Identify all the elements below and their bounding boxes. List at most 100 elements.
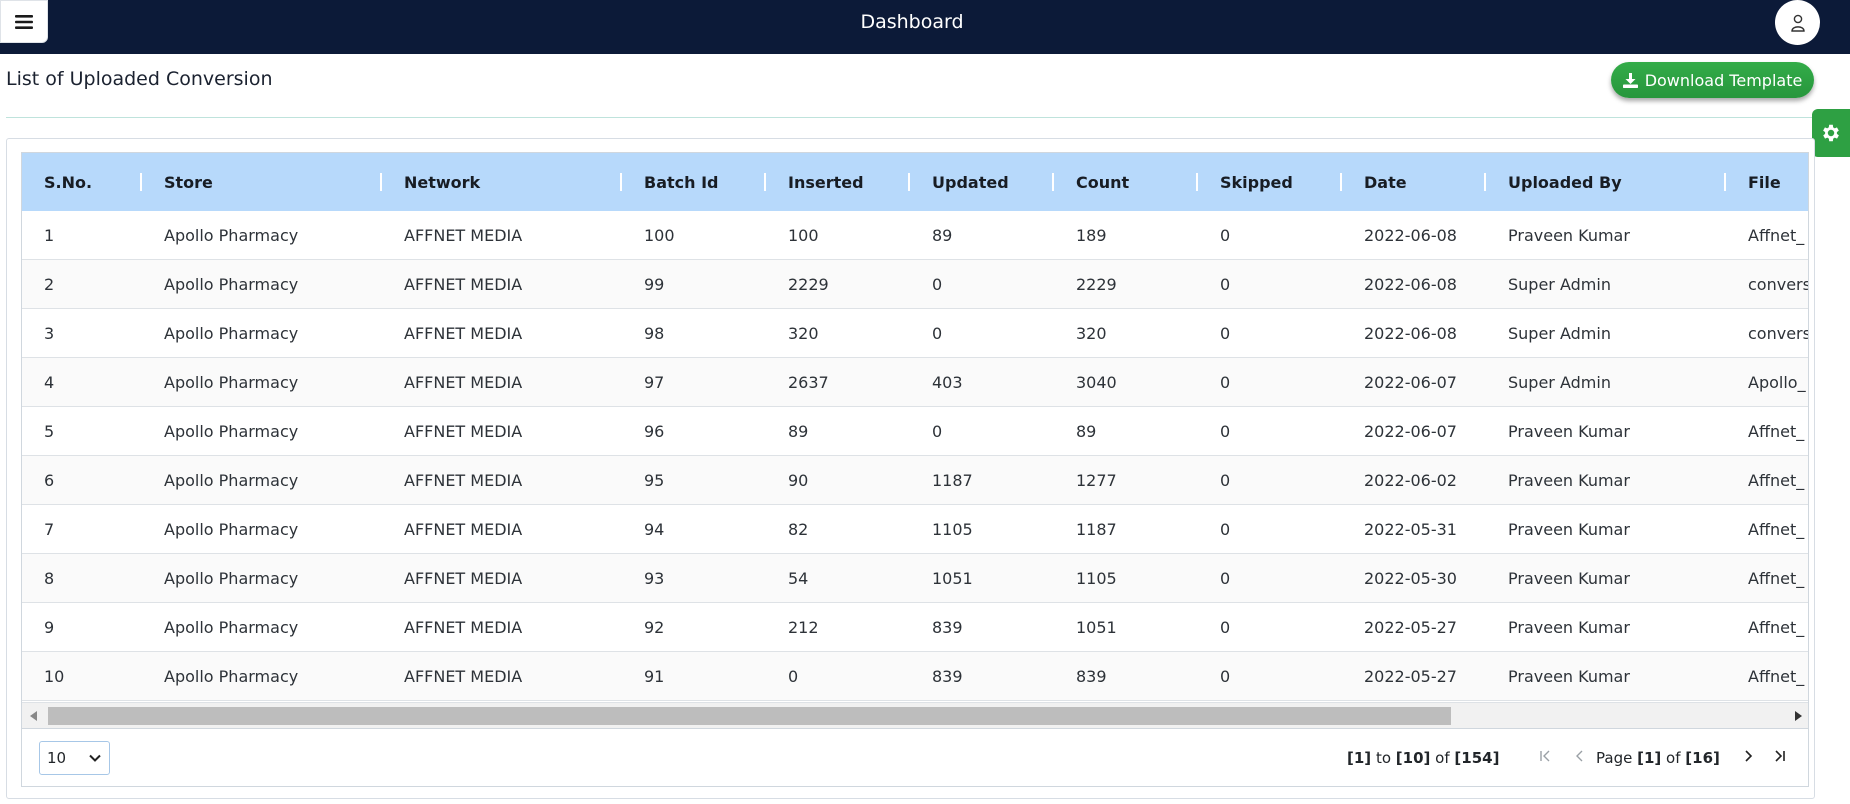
cell-store: Apollo Pharmacy xyxy=(164,470,299,490)
cell-count: 89 xyxy=(1076,421,1097,441)
scroll-left-arrow[interactable] xyxy=(24,703,44,729)
cell-updated: 0 xyxy=(932,323,943,343)
cell-count: 1277 xyxy=(1076,470,1117,490)
column-header-store[interactable]: Store xyxy=(164,153,394,211)
cell-network: AFFNET MEDIA xyxy=(404,274,523,294)
scrollbar-thumb[interactable] xyxy=(48,707,1451,725)
cell-inserted: 0 xyxy=(788,666,799,686)
cell-network: AFFNET MEDIA xyxy=(404,470,523,490)
summary-to: [10] xyxy=(1395,749,1431,767)
table-row[interactable]: 6 Apollo Pharmacy AFFNET MEDIA 95 90 1187 1277… xyxy=(22,456,1808,505)
cell-file: Affnet_ xyxy=(1748,617,1805,637)
download-template-label: Download Template xyxy=(1644,70,1803,90)
column-resize-handle[interactable] xyxy=(1340,173,1342,191)
column-resize-handle[interactable] xyxy=(764,173,766,191)
cell-skipped: 0 xyxy=(1220,421,1231,441)
cell-sno: 6 xyxy=(44,470,55,490)
cell-sno: 7 xyxy=(44,519,55,539)
cell-file: Affnet_ xyxy=(1748,666,1805,686)
settings-button[interactable] xyxy=(1812,109,1850,157)
column-header-sno[interactable]: S.No. xyxy=(44,153,154,211)
column-resize-handle[interactable] xyxy=(1484,173,1486,191)
cell-updated: 403 xyxy=(932,372,963,392)
table-row[interactable]: 4 Apollo Pharmacy AFFNET MEDIA 97 2637 403 304… xyxy=(22,358,1808,407)
cell-updated: 1187 xyxy=(932,470,973,490)
cell-skipped: 0 xyxy=(1220,666,1231,686)
cell-network: AFFNET MEDIA xyxy=(404,323,523,343)
cell-uploaded-by: Super Admin xyxy=(1508,372,1611,392)
column-header-uploaded-by[interactable]: Uploaded By xyxy=(1508,153,1738,211)
dashboard-title: Dashboard xyxy=(860,11,964,33)
download-template-button[interactable]: Download Template xyxy=(1611,62,1814,98)
cell-file: Affnet_ xyxy=(1748,225,1805,245)
download-icon xyxy=(1622,72,1638,88)
summary-total: [154] xyxy=(1454,749,1500,767)
column-header-date[interactable]: Date xyxy=(1364,153,1498,211)
cell-batch-id: 92 xyxy=(644,617,665,637)
column-header-skipped[interactable]: Skipped xyxy=(1220,153,1354,211)
cell-store: Apollo Pharmacy xyxy=(164,421,299,441)
column-header-network[interactable]: Network xyxy=(404,153,634,211)
table-row[interactable]: 9 Apollo Pharmacy AFFNET MEDIA 92 212 839 1051… xyxy=(22,603,1808,652)
horizontal-scrollbar[interactable] xyxy=(22,702,1808,729)
cell-sno: 5 xyxy=(44,421,55,441)
cell-network: AFFNET MEDIA xyxy=(404,568,523,588)
cell-uploaded-by: Praveen Kumar xyxy=(1508,519,1630,539)
table-row[interactable]: 3 Apollo Pharmacy AFFNET MEDIA 98 320 0 320 0 20… xyxy=(22,309,1809,358)
last-page-button[interactable] xyxy=(1768,744,1792,768)
cell-skipped: 0 xyxy=(1220,568,1231,588)
column-resize-handle[interactable] xyxy=(620,173,622,191)
cell-file: convers xyxy=(1748,323,1809,343)
table-row[interactable]: 10 Apollo Pharmacy AFFNET MEDIA 91 0 839 839 0 2… xyxy=(22,652,1808,701)
cell-batch-id: 97 xyxy=(644,372,665,392)
row-summary: [1] to [10] of [154] xyxy=(1347,749,1499,767)
cell-count: 1187 xyxy=(1076,519,1117,539)
profile-button[interactable] xyxy=(1775,0,1820,45)
cell-date: 2022-06-08 xyxy=(1364,323,1457,343)
cell-count: 1051 xyxy=(1076,617,1117,637)
cell-file: Affnet_ xyxy=(1748,470,1805,490)
cell-date: 2022-06-08 xyxy=(1364,225,1457,245)
cell-file: Apollo_ xyxy=(1748,372,1806,392)
cell-batch-id: 95 xyxy=(644,470,665,490)
page-of-word: of xyxy=(1666,749,1681,767)
first-page-button[interactable] xyxy=(1534,744,1558,768)
table-row[interactable]: 5 Apollo Pharmacy AFFNET MEDIA 96 89 0 89 0 2022… xyxy=(22,407,1808,456)
column-resize-handle[interactable] xyxy=(1052,173,1054,191)
cell-uploaded-by: Praveen Kumar xyxy=(1508,617,1630,637)
cell-sno: 1 xyxy=(44,225,55,245)
cell-sno: 3 xyxy=(44,323,55,343)
column-resize-handle[interactable] xyxy=(908,173,910,191)
summary-from: [1] xyxy=(1347,749,1372,767)
cell-updated: 1051 xyxy=(932,568,973,588)
table-row[interactable]: 2 Apollo Pharmacy AFFNET MEDIA 99 2229 0 2229 0… xyxy=(22,260,1808,309)
cell-batch-id: 91 xyxy=(644,666,665,686)
column-header-count[interactable]: Count xyxy=(1076,153,1210,211)
page-title: List of Uploaded Conversion xyxy=(6,68,273,90)
column-resize-handle[interactable] xyxy=(140,173,142,191)
table-row[interactable]: 7 Apollo Pharmacy AFFNET MEDIA 94 82 1105 1187… xyxy=(22,505,1808,554)
table-row[interactable]: 8 Apollo Pharmacy AFFNET MEDIA 93 54 1051 1105… xyxy=(22,554,1808,603)
cell-network: AFFNET MEDIA xyxy=(404,666,523,686)
column-header-updated[interactable]: Updated xyxy=(932,153,1066,211)
scroll-right-arrow[interactable] xyxy=(1788,703,1808,729)
column-resize-handle[interactable] xyxy=(380,173,382,191)
cell-date: 2022-05-31 xyxy=(1364,519,1457,539)
column-header-inserted[interactable]: Inserted xyxy=(788,153,922,211)
pagination-bar: 10 [1] to [10] of [154] Page [1] of [16] xyxy=(22,728,1808,786)
column-header-batch-id[interactable]: Batch Id xyxy=(644,153,778,211)
column-header-file[interactable]: File xyxy=(1748,153,1808,211)
next-page-button[interactable] xyxy=(1736,744,1760,768)
cell-count: 839 xyxy=(1076,666,1107,686)
cell-network: AFFNET MEDIA xyxy=(404,519,523,539)
cell-sno: 9 xyxy=(44,617,55,637)
column-resize-handle[interactable] xyxy=(1196,173,1198,191)
table-row[interactable]: 1 Apollo Pharmacy AFFNET MEDIA 100 100 89 189 0… xyxy=(22,211,1808,260)
cell-store: Apollo Pharmacy xyxy=(164,617,299,637)
cell-updated: 839 xyxy=(932,617,963,637)
prev-page-button[interactable] xyxy=(1568,744,1592,768)
page-size-select[interactable]: 10 xyxy=(39,741,110,775)
page-info: Page [1] of [16] xyxy=(1596,749,1720,767)
column-resize-handle[interactable] xyxy=(1724,173,1726,191)
cell-store: Apollo Pharmacy xyxy=(164,666,299,686)
